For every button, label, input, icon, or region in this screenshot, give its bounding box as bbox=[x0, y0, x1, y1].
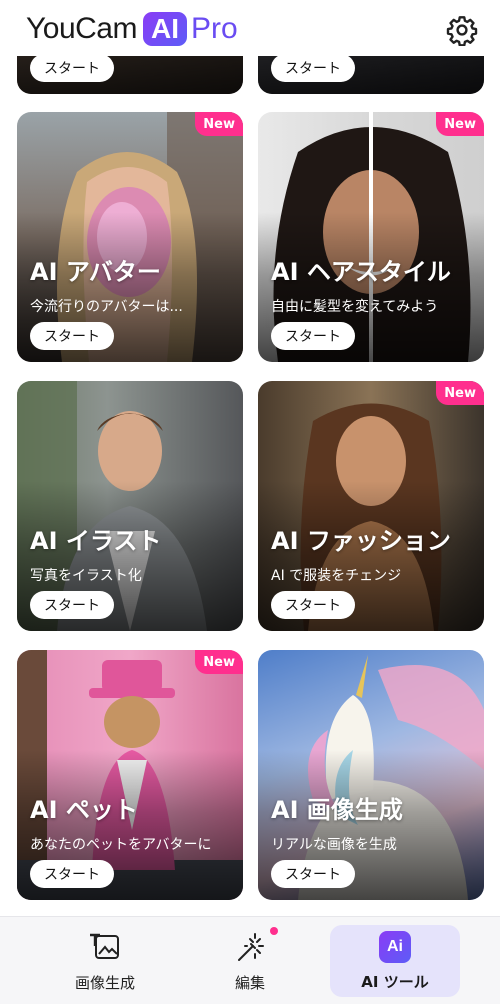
ai-tools-grid: スタート スタート New AI アバター 今流行りのアバターは... スタート bbox=[0, 0, 500, 916]
magic-wand-icon bbox=[238, 932, 264, 961]
new-badge: New bbox=[436, 381, 484, 405]
gear-icon[interactable] bbox=[446, 14, 478, 46]
nav-label: 編集 bbox=[234, 973, 265, 992]
card-subtitle: 今流行りのアバターは... bbox=[30, 299, 183, 315]
start-button[interactable]: スタート bbox=[271, 54, 355, 82]
nav-label: AI ツール bbox=[361, 972, 429, 991]
nav-item-edit[interactable]: 編集 bbox=[185, 925, 315, 997]
tool-card-ai-illustration[interactable]: AI イラスト 写真をイラスト化 スタート bbox=[17, 381, 243, 631]
card-subtitle: リアルな画像を生成 bbox=[271, 837, 397, 853]
nav-item-ai-tools[interactable]: Ai AI ツール bbox=[330, 925, 460, 997]
card-subtitle: AI で服装をチェンジ bbox=[271, 568, 402, 584]
app-logo: YouCam AI Pro bbox=[26, 11, 238, 47]
start-button[interactable]: スタート bbox=[271, 322, 355, 350]
text-to-image-icon bbox=[90, 933, 119, 959]
new-badge: New bbox=[195, 112, 243, 136]
start-button[interactable]: スタート bbox=[30, 860, 114, 888]
card-title: AI ペット bbox=[30, 796, 138, 824]
logo-wordmark: YouCam bbox=[26, 12, 137, 45]
card-title: AI ヘアスタイル bbox=[271, 258, 451, 286]
tool-card-ai-fashion[interactable]: New AI ファッション AI で服装をチェンジ スタート bbox=[258, 381, 484, 631]
new-badge: New bbox=[195, 650, 243, 674]
card-title: AI アバター bbox=[30, 258, 161, 286]
tool-card-ai-hairstyle[interactable]: New AI ヘアスタイル 自由に髪型を変えてみよう スタート bbox=[258, 112, 484, 362]
tool-card-ai-pet[interactable]: New AI ペット あなたのペットをアバターに スタート bbox=[17, 650, 243, 900]
start-button[interactable]: スタート bbox=[30, 322, 114, 350]
card-title: AI ファッション bbox=[271, 527, 451, 555]
bottom-navigation: 画像生成 編集 Ai AI ツール bbox=[0, 916, 500, 1004]
card-title: AI 画像生成 bbox=[271, 796, 403, 824]
tool-card-ai-image-generation[interactable]: AI 画像生成 リアルな画像を生成 スタート bbox=[258, 650, 484, 900]
new-badge: New bbox=[436, 112, 484, 136]
start-button[interactable]: スタート bbox=[271, 591, 355, 619]
nav-label: 画像生成 bbox=[74, 973, 135, 992]
ai-tools-icon: Ai bbox=[379, 930, 411, 963]
start-button[interactable]: スタート bbox=[30, 591, 114, 619]
card-subtitle: 自由に髪型を変えてみよう bbox=[271, 299, 439, 315]
nav-item-image-generation[interactable]: 画像生成 bbox=[40, 925, 170, 997]
card-subtitle: あなたのペットをアバターに bbox=[30, 837, 212, 853]
card-subtitle: 写真をイラスト化 bbox=[30, 568, 142, 584]
logo-ai-badge: AI bbox=[142, 12, 187, 46]
card-title: AI イラスト bbox=[30, 527, 162, 555]
start-button[interactable]: スタート bbox=[30, 54, 114, 82]
tool-card-ai-avatar[interactable]: New AI アバター 今流行りのアバターは... スタート bbox=[17, 112, 243, 362]
logo-pro: Pro bbox=[190, 12, 238, 45]
notification-dot bbox=[270, 927, 278, 935]
start-button[interactable]: スタート bbox=[271, 860, 355, 888]
app-header: YouCam AI Pro bbox=[0, 0, 500, 56]
